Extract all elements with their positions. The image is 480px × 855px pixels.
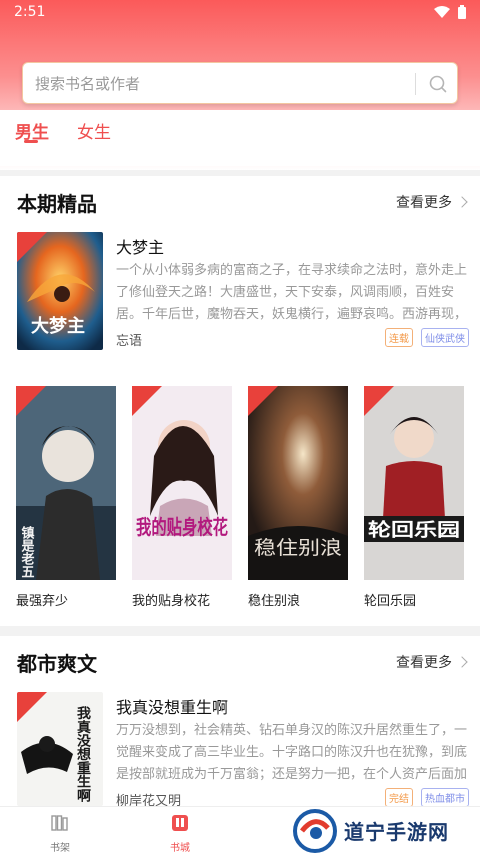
status-tag: 连载 [385,328,413,347]
free-badge [248,386,278,416]
search-bar [22,62,458,104]
book-title: 稳住别浪 [248,594,301,609]
free-badge [17,232,47,262]
bookstore-icon [172,815,188,831]
watermark: 道宁手游网 [292,806,480,855]
book-title: 我真没想重生啊 [116,698,229,717]
section-title: 本期精品 [17,192,97,216]
cover-title: 稳住别浪 [254,537,342,559]
watermark-text: 道宁手游网 [344,820,449,844]
cover-title: 轮回乐园 [368,519,460,541]
bookshelf-icon [51,815,68,831]
book-description: 万万没想到，社会精英、钻石单身汉的陈汉升居然重生了，一觉醒来变成了高三毕业生。十… [116,723,468,782]
book-author: 忘语 [116,334,143,349]
book-title: 我的贴身校花 [132,594,211,609]
view-more-label: 查看更多 [396,655,452,671]
free-badge [364,386,394,416]
nav-bookshelf[interactable]: 书架 [30,813,90,854]
cover-title: 大梦主 [31,315,85,337]
book-title: 大梦主 [116,238,165,257]
genre-tag: 热血都市 [421,788,469,807]
watermark-logo-icon [293,808,337,853]
search-divider [415,73,416,95]
book-cover[interactable]: 轮回乐园 [364,386,464,580]
nav-label: 书城 [170,843,190,854]
book-cover[interactable]: 我的贴身校花 [132,386,232,580]
book-title: 最强弃少 [16,594,69,609]
free-badge [16,386,46,416]
section-title: 都市爽文 [17,652,97,676]
chevron-right-icon [456,196,468,208]
tab-female[interactable]: 女生 [77,118,111,143]
free-badge [132,386,162,416]
view-more-label: 查看更多 [396,195,452,211]
book-cover[interactable]: 稳住别浪 [248,386,348,580]
cover-title: 镇是老五 [19,525,36,578]
book-cover[interactable]: 我真没想重生啊 [17,692,103,806]
nav-bookstore[interactable]: 书城 [150,813,210,854]
book-title: 轮回乐园 [364,594,417,609]
gender-tabs: 男生 女生 [0,110,480,166]
nav-label: 书架 [50,843,70,854]
status-time: 2:51 [14,4,46,20]
view-more-button[interactable]: 查看更多 [396,192,468,212]
section-urban: 都市爽文 查看更多 我真没想重生啊 我真没想重生啊 万万没想到，社会精英、钻石单… [0,636,480,809]
wifi-icon [434,6,450,18]
cover-title: 我真没想重生啊 [75,706,92,803]
genre-tag: 仙侠武侠 [421,328,469,347]
active-tab-indicator [24,140,38,143]
book-description: 一个从小体弱多病的富商之子，在寻求续命之法时，意外走上了修仙登天之路！大唐盛世，… [116,263,468,322]
featured-book[interactable]: 大梦主 大梦主 一个从小体弱多病的富商之子，在寻求续命之法时，意外走上了修仙登天… [0,232,480,352]
status-tag: 完结 [385,788,413,807]
chevron-right-icon [456,656,468,668]
cover-title: 我的贴身校花 [136,515,228,539]
search-icon[interactable] [427,73,449,95]
battery-icon [458,5,466,19]
status-bar: 2:51 [0,0,480,26]
free-badge [17,692,47,722]
search-input[interactable] [35,71,405,97]
section-featured: 本期精品 查看更多 大梦主 大梦主 一个从小体弱多病的富商之子，在寻求续命之法时… [0,176,480,626]
status-icons [434,5,466,19]
view-more-button[interactable]: 查看更多 [396,652,468,672]
book-cover[interactable]: 大梦主 [17,232,103,350]
book-cover[interactable]: 镇是老五 [16,386,116,580]
featured-book[interactable]: 我真没想重生啊 我真没想重生啊 万万没想到，社会精英、钻石单身汉的陈汉升居然重生… [0,692,480,812]
